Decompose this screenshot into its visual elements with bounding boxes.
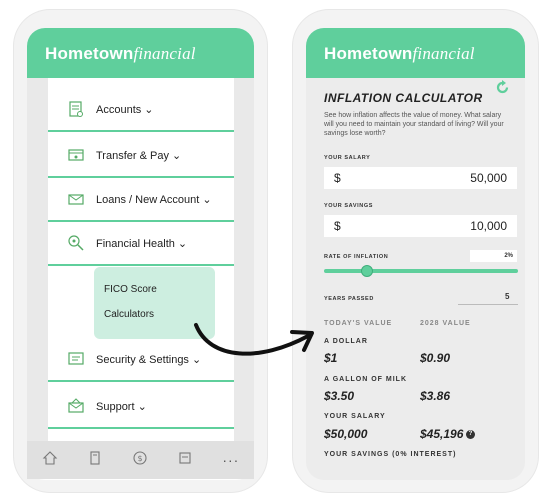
salary-label: YOUR SALARY: [324, 155, 371, 161]
help-glyph: ?: [468, 431, 473, 437]
inflation-value-box[interactable]: 2%: [470, 250, 517, 262]
salary-input[interactable]: $ 50,000: [324, 167, 517, 189]
support-icon: [66, 396, 86, 416]
row-label-dollar: A DOLLAR: [324, 338, 368, 345]
row-future-dollar: $0.90: [420, 351, 451, 365]
loans-icon: [66, 189, 86, 209]
health-icon: [66, 233, 86, 253]
accounts-icon: [66, 99, 86, 119]
future-header: 2028 VALUE: [420, 320, 471, 327]
menu-item-support[interactable]: Support ⌄: [48, 385, 234, 429]
calculator-title: INFLATION CALCULATOR: [324, 91, 483, 105]
salary-currency: $: [334, 171, 341, 185]
menu-label: Loans / New Account ⌄: [96, 193, 212, 206]
savings-input[interactable]: $ 10,000: [324, 215, 517, 237]
left-gutter-right: [234, 78, 254, 441]
inflation-slider-track[interactable]: [324, 269, 518, 273]
inflation-label: RATE OF INFLATION: [324, 254, 389, 260]
deposit-icon[interactable]: [87, 450, 103, 471]
left-header: Hometownfinancial: [27, 28, 254, 78]
inflation-value: 2%: [504, 253, 513, 259]
row-label-milk: A GALLON OF MILK: [324, 376, 408, 383]
row-future-salary: $45,196: [420, 427, 464, 441]
savings-label: YOUR SAVINGS: [324, 203, 373, 209]
years-label: YEARS PASSED: [324, 296, 374, 302]
menu-label: Transfer & Pay ⌄: [96, 149, 182, 162]
right-logo: Hometownfinancial: [324, 44, 475, 63]
left-logo: Hometownfinancial: [45, 44, 196, 63]
row-today-milk: $3.50: [324, 389, 355, 403]
bill-pay-icon[interactable]: [177, 450, 193, 471]
menu-label: Accounts ⌄: [96, 103, 154, 116]
more-icon[interactable]: ···: [222, 452, 239, 468]
years-underline: [458, 304, 518, 305]
menu-item-accounts[interactable]: Accounts ⌄: [48, 88, 234, 132]
row-label-savings: YOUR SAVINGS (0% INTEREST): [324, 451, 457, 458]
menu-item-financial-health[interactable]: Financial Health ⌄: [48, 222, 234, 266]
menu-label: Security & Settings ⌄: [96, 353, 202, 366]
years-value[interactable]: 5: [505, 292, 509, 301]
row-label-salary: YOUR SALARY: [324, 413, 386, 420]
reset-icon[interactable]: [494, 79, 511, 101]
savings-currency: $: [334, 219, 341, 233]
today-header: TODAY'S VALUE: [324, 320, 393, 327]
menu-label: Financial Health ⌄: [96, 237, 188, 250]
bottom-tab-bar: $ ···: [27, 441, 254, 479]
row-future-milk: $3.86: [420, 389, 451, 403]
svg-text:$: $: [137, 454, 142, 463]
security-icon: [66, 349, 86, 369]
savings-value: 10,000: [470, 219, 507, 233]
submenu-calculators[interactable]: Calculators: [104, 309, 154, 320]
arrow-graphic: [194, 323, 314, 356]
help-icon[interactable]: ?: [466, 430, 475, 439]
right-header: Hometownfinancial: [306, 28, 525, 78]
transfer-icon: [66, 145, 86, 165]
row-today-salary: $50,000: [324, 427, 368, 441]
menu-label: Support ⌄: [96, 400, 147, 413]
home-icon[interactable]: [42, 450, 58, 471]
transfer-icon[interactable]: $: [132, 450, 148, 471]
salary-value: 50,000: [470, 171, 507, 185]
row-today-dollar: $1: [324, 351, 338, 365]
inflation-slider-thumb[interactable]: [360, 265, 373, 277]
calculator-description: See how inflation affects the value of m…: [324, 112, 504, 137]
left-gutter-left: [27, 78, 48, 441]
menu-item-loans[interactable]: Loans / New Account ⌄: [48, 178, 234, 222]
submenu-fico-score[interactable]: FICO Score: [104, 284, 157, 295]
menu-item-transfer[interactable]: Transfer & Pay ⌄: [48, 134, 234, 178]
